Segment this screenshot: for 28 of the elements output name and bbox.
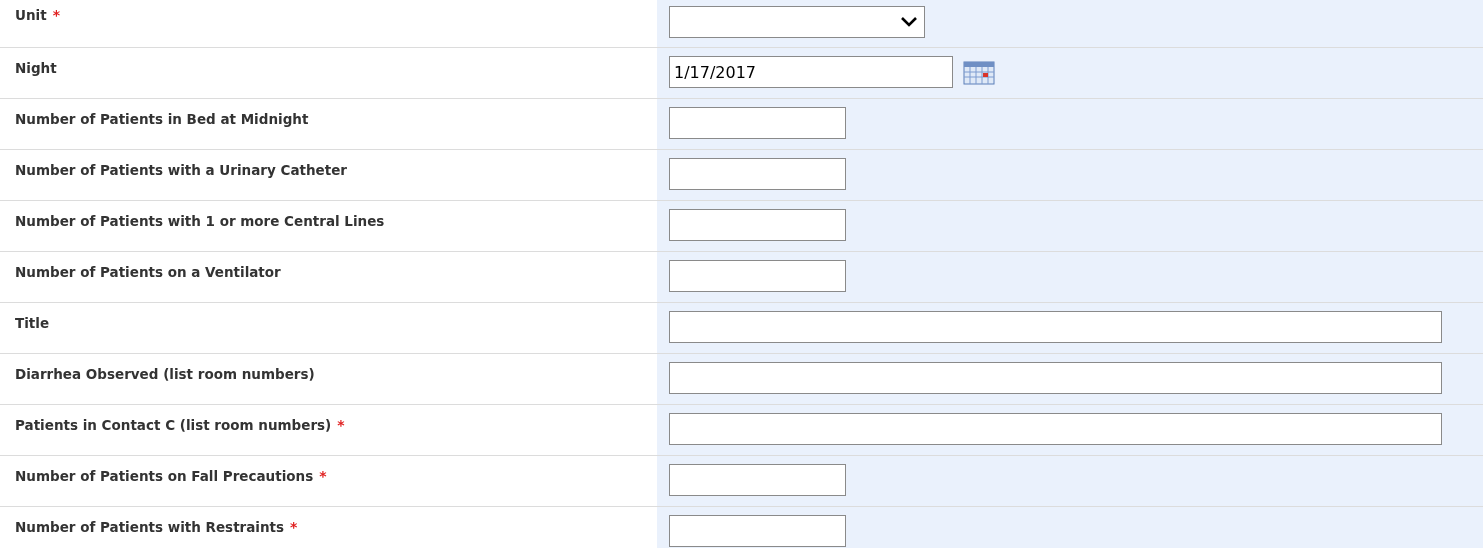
number-field[interactable]	[669, 260, 846, 292]
number-field[interactable]	[669, 515, 846, 547]
text-field[interactable]	[669, 413, 1442, 445]
number-field[interactable]	[669, 107, 846, 139]
calendar-icon[interactable]	[963, 59, 995, 85]
field-label: Number of Patients with a Urinary Catheter	[15, 162, 347, 178]
field-label: Night	[15, 60, 57, 76]
field-label: Number of Patients with Restraints	[15, 519, 285, 535]
date-field[interactable]: 1/17/2017	[669, 56, 953, 88]
required-asterisk: *	[337, 417, 345, 433]
number-field[interactable]	[669, 464, 846, 496]
number-field[interactable]	[669, 209, 846, 241]
required-asterisk: *	[319, 468, 327, 484]
field-label: Number of Patients in Bed at Midnight	[15, 111, 309, 127]
caret-icon	[900, 16, 918, 28]
field-label: Number of Patients on Fall Precautions	[15, 468, 314, 484]
required-asterisk: *	[52, 7, 60, 23]
field-label: Number of Patients with 1 or more Central Lines	[15, 213, 385, 229]
required-asterisk: *	[290, 519, 298, 535]
text-field[interactable]	[669, 311, 1442, 343]
number-field[interactable]	[669, 158, 846, 190]
unit-dropdown[interactable]	[669, 6, 925, 38]
text-field[interactable]	[669, 362, 1442, 394]
field-label: Title	[15, 315, 50, 331]
field-label: Number of Patients on a Ventilator	[15, 264, 281, 280]
field-label: Diarrhea Observed (list room numbers)	[15, 366, 315, 382]
field-label: Unit	[15, 7, 47, 23]
field-label: Patients in Contact C (list room numbers)	[15, 417, 332, 433]
